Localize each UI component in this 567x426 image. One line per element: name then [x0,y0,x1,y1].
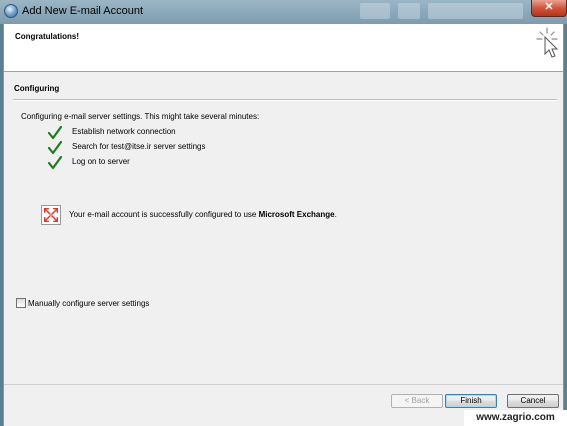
progress-intro: Configuring e-mail server settings. This… [21,112,260,121]
title-bar[interactable]: Add New E-mail Account ✕ [0,0,567,24]
checkmark-icon [48,156,62,170]
wizard-header: Congratulations! [4,24,563,72]
checkmark-icon [48,141,62,155]
exchange-icon [41,205,61,225]
close-button[interactable]: ✕ [531,0,567,17]
dialog-body: Congratulations! Configuring Configuring… [3,24,564,426]
cancel-button[interactable]: Cancel [507,394,559,408]
window-title: Add New E-mail Account [22,5,144,17]
step-label: Log on to server [72,157,130,166]
step-label: Establish network connection [72,127,176,136]
section-divider [13,99,557,101]
background-window-blur [360,3,390,19]
checkmark-icon [48,126,62,140]
step-label: Search for test@itse.ir server settings [72,142,206,151]
section-heading: Configuring [14,84,60,93]
background-window-blur [398,3,420,19]
page-title: Congratulations! [15,32,79,41]
manual-config-label[interactable]: Manually configure server settings [28,299,149,308]
outlook-app-icon [4,4,18,18]
wizard-sparkle-icon [536,27,559,58]
result-text: Your e-mail account is successfully conf… [69,210,337,219]
server-type: Microsoft Exchange [258,210,335,219]
finish-button[interactable]: Finish [445,394,497,408]
footer-divider [4,384,563,385]
watermark: www.zagrio.com [464,410,567,426]
background-window-blur [428,3,523,19]
back-button[interactable]: < Back [391,394,443,408]
manual-config-checkbox[interactable] [16,298,26,308]
